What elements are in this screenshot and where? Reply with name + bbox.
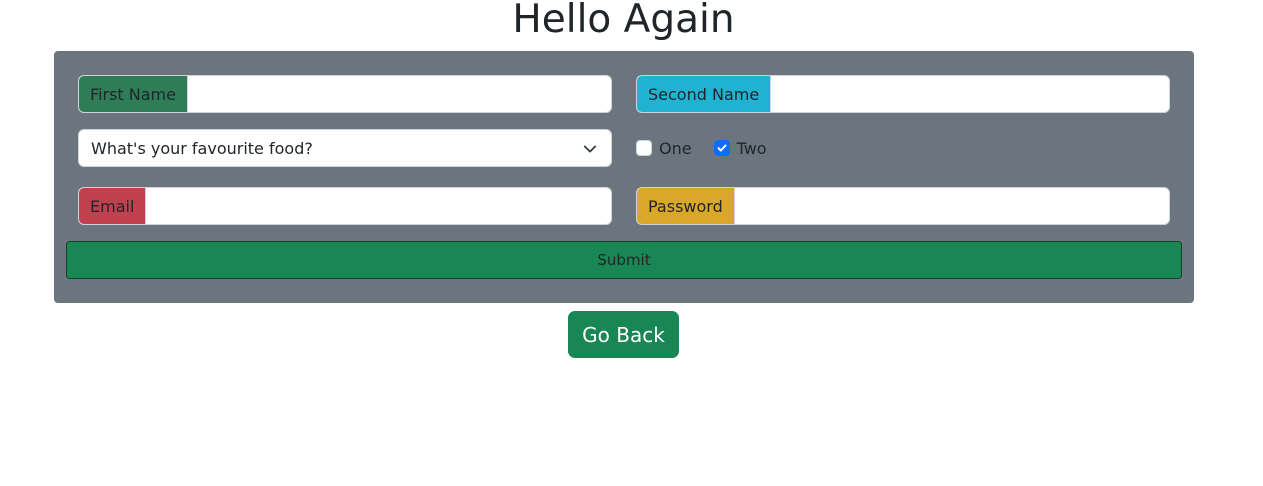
password-group: Password [636, 187, 1170, 225]
checkbox-two[interactable]: Two [713, 138, 767, 158]
checkbox-one-box[interactable] [636, 140, 652, 156]
second-name-input[interactable] [770, 75, 1170, 113]
email-label: Email [78, 187, 146, 225]
checkbox-group: One Two [636, 129, 789, 167]
form-panel: First Name Second Name What's your favou… [54, 51, 1194, 303]
page-title: Hello Again [512, 0, 735, 42]
chevron-down-icon [583, 145, 597, 153]
first-name-input[interactable] [186, 75, 612, 113]
submit-button[interactable]: Submit [66, 241, 1182, 279]
first-name-group: First Name [78, 75, 612, 113]
checkmark-icon [717, 144, 727, 152]
food-select[interactable]: What's your favourite food? [78, 129, 612, 167]
email-group: Email [78, 187, 612, 225]
checkbox-two-label: Two [736, 138, 767, 158]
second-name-group: Second Name [636, 75, 1170, 113]
checkbox-two-box[interactable] [713, 140, 730, 156]
food-select-value: What's your favourite food? [91, 138, 313, 158]
second-name-label: Second Name [636, 75, 771, 113]
password-field[interactable] [733, 187, 1170, 225]
password-label: Password [636, 187, 734, 225]
checkbox-one[interactable]: One [636, 139, 692, 158]
email-field[interactable] [145, 187, 612, 225]
checkbox-one-label: One [659, 138, 692, 158]
first-name-label: First Name [78, 75, 187, 113]
go-back-button[interactable]: Go Back [568, 311, 679, 358]
